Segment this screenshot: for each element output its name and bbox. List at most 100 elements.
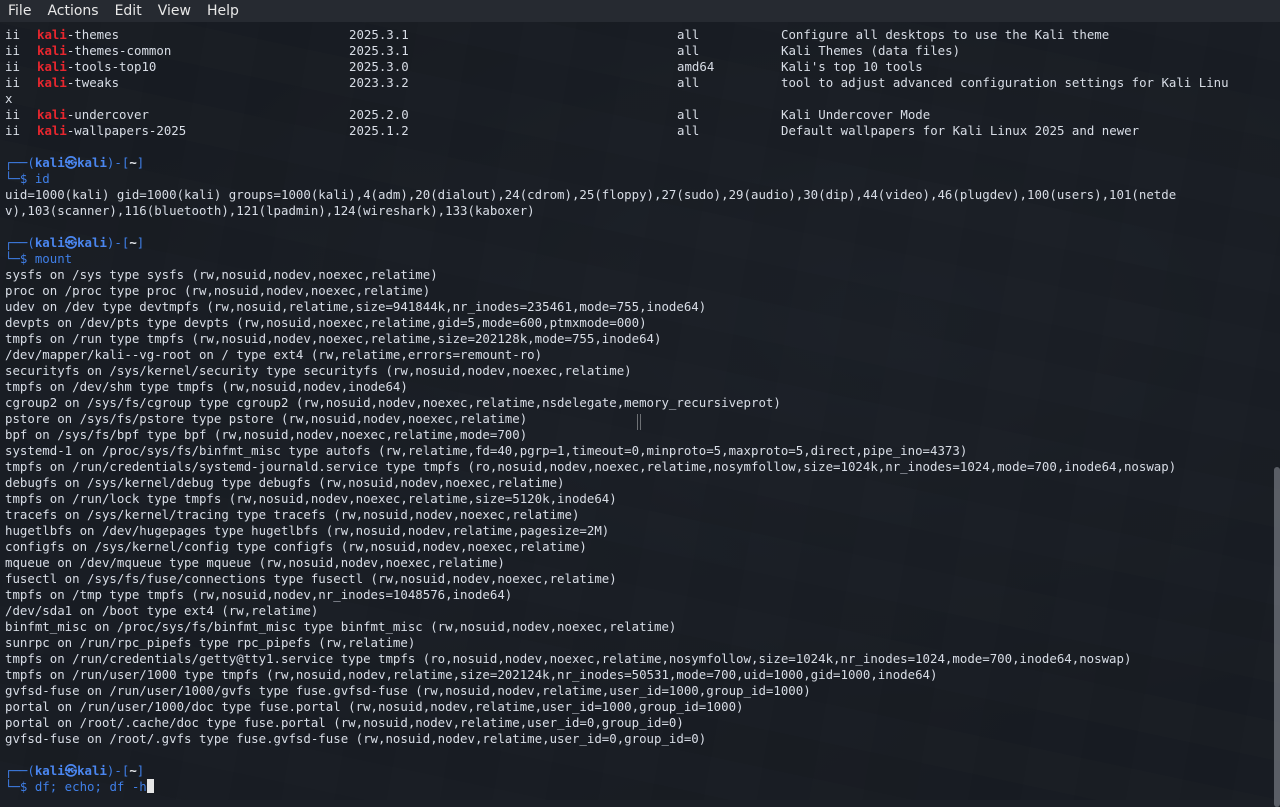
prompt-host: kali: [77, 155, 107, 170]
package-name-prefix: kali: [37, 27, 67, 42]
package-description: Default wallpapers for Kali Linux 2025 a…: [781, 123, 1140, 138]
output-line: tmpfs on /run/lock type tmpfs (rw,nosuid…: [5, 491, 1267, 507]
prompt-dollar: └─$: [5, 251, 35, 266]
output-text: pstore on /sys/fs/pstore type pstore (rw…: [5, 411, 528, 426]
package-description: tool to adjust advanced configuration se…: [781, 75, 1229, 90]
menu-actions[interactable]: Actions: [39, 0, 106, 22]
prompt-at: ㉿: [64, 235, 78, 250]
package-status: ii: [5, 59, 20, 74]
package-status: ii: [5, 43, 20, 58]
output-text: tmpfs on /run type tmpfs (rw,nosuid,node…: [5, 331, 662, 346]
output-line: devpts on /dev/pts type devpts (rw,nosui…: [5, 315, 1267, 331]
output-line: portal on /root/.cache/doc type fuse.por…: [5, 715, 1267, 731]
terminal-scrollbar[interactable]: [1274, 467, 1280, 807]
package-version: 2025.1.2: [349, 123, 409, 138]
output-line: /dev/sda1 on /boot type ext4 (rw,relatim…: [5, 603, 1267, 619]
menu-edit[interactable]: Edit: [107, 0, 150, 22]
output-line: gvfsd-fuse on /run/user/1000/gvfs type f…: [5, 683, 1267, 699]
output-line: tmpfs on /dev/shm type tmpfs (rw,nosuid,…: [5, 379, 1267, 395]
package-description: Kali's top 10 tools: [781, 59, 923, 74]
output-line: tmpfs on /run/credentials/systemd-journa…: [5, 459, 1267, 475]
output-text: tmpfs on /run/lock type tmpfs (rw,nosuid…: [5, 491, 617, 506]
output-line: portal on /run/user/1000/doc type fuse.p…: [5, 699, 1267, 715]
prompt-user: kali: [34, 155, 65, 170]
package-name: kali-tweaks: [37, 75, 119, 91]
package-version: 2025.2.0: [349, 107, 409, 122]
output-line: udev on /dev type devtmpfs (rw,nosuid,re…: [5, 299, 1267, 315]
prompt-bracket: ]: [136, 763, 145, 778]
output-text: udev on /dev type devtmpfs (rw,nosuid,re…: [5, 299, 707, 314]
menu-file[interactable]: File: [0, 0, 39, 22]
package-status: ii: [5, 123, 20, 138]
prompt-dollar: └─$: [5, 171, 35, 186]
cursor-block: [146, 779, 154, 793]
package-row: ii kali-themes-common 2025.3.1 all Kali Them…: [5, 43, 1267, 59]
output-text: tmpfs on /run/credentials/getty@tty1.ser…: [5, 651, 1132, 666]
output-text: gvfsd-fuse on /run/user/1000/gvfs type f…: [5, 683, 811, 698]
output-text: systemd-1 on /proc/sys/fs/binfmt_misc ty…: [5, 443, 968, 458]
package-status: ii: [5, 27, 20, 42]
output-text: portal on /root/.cache/doc type fuse.por…: [5, 715, 684, 730]
terminal-window[interactable]: ii kali-themes 2025.3.1 all Configure all de…: [0, 22, 1280, 807]
output-text: fusectl on /sys/fs/fuse/connections type…: [5, 571, 617, 586]
output-line: sunrpc on /run/rpc_pipefs type rpc_pipef…: [5, 635, 1267, 651]
menu-help[interactable]: Help: [199, 0, 247, 22]
package-name: kali-wallpapers-2025: [37, 123, 186, 139]
package-row: ii kali-undercover 2025.2.0 all Kali Underco…: [5, 107, 1267, 123]
package-arch: all: [677, 27, 700, 42]
prompt-path: ~: [129, 155, 137, 170]
package-name: kali-themes-common: [37, 43, 171, 59]
output-line: /dev/mapper/kali--vg-root on / type ext4…: [5, 347, 1267, 363]
output-text: tmpfs on /run/credentials/systemd-journa…: [5, 459, 1177, 474]
prompt-host: kali: [77, 235, 107, 250]
prompt-bracket: ┌──(: [5, 155, 35, 170]
output-line: configfs on /sys/kernel/config type conf…: [5, 539, 1267, 555]
output-text: tracefs on /sys/kernel/tracing type trac…: [5, 507, 580, 522]
package-status: ii: [5, 107, 20, 122]
prompt-host: kali: [77, 763, 107, 778]
package-version: 2025.3.1: [349, 43, 409, 58]
output-text: devpts on /dev/pts type devpts (rw,nosui…: [5, 315, 647, 330]
text-cursor-icon: [637, 414, 641, 430]
prompt-at: ㉿: [64, 763, 78, 778]
prompt-path: ~: [129, 235, 137, 250]
output-text: portal on /run/user/1000/doc type fuse.p…: [5, 699, 744, 714]
package-row: ii kali-wallpapers-2025 2025.1.2 all Default…: [5, 123, 1267, 139]
output-line: tmpfs on /run type tmpfs (rw,nosuid,node…: [5, 331, 1267, 347]
package-name-rest: -tools-top10: [66, 59, 157, 74]
output-text: v),103(scanner),116(bluetooth),121(lpadm…: [5, 203, 535, 218]
prompt-line-2: └─$ id: [5, 171, 1267, 187]
command-input: df; echo; df -h: [34, 779, 147, 794]
package-arch: all: [677, 123, 700, 138]
output-text: /dev/mapper/kali--vg-root on / type ext4…: [5, 347, 543, 362]
output-text: mqueue on /dev/mqueue type mqueue (rw,no…: [5, 555, 505, 570]
package-row: ii kali-tools-top10 2025.3.0 amd64 Kali's to…: [5, 59, 1267, 75]
output-text: binfmt_misc on /proc/sys/fs/binfmt_misc …: [5, 619, 677, 634]
package-name-rest: -tweaks: [66, 75, 120, 90]
package-name-rest: -themes-common: [66, 43, 172, 58]
package-description: Configure all desktops to use the Kali t…: [781, 27, 1110, 42]
package-name-prefix: kali: [37, 123, 67, 138]
output-text: uid=1000(kali) gid=1000(kali) groups=100…: [5, 187, 1177, 202]
package-arch: amd64: [677, 59, 715, 74]
output-text: sysfs on /sys type sysfs (rw,nosuid,node…: [5, 267, 438, 282]
command-text: mount: [34, 251, 73, 266]
output-text: bpf on /sys/fs/bpf type bpf (rw,nosuid,n…: [5, 427, 528, 442]
prompt-line-1: ┌──(kali㉿kali)-[~]: [5, 155, 1267, 171]
package-version: 2025.3.0: [349, 59, 409, 74]
output-text: proc on /proc type proc (rw,nosuid,nodev…: [5, 283, 431, 298]
package-name: kali-tools-top10: [37, 59, 156, 75]
output-line: sysfs on /sys type sysfs (rw,nosuid,node…: [5, 267, 1267, 283]
prompt-bracket: ]: [136, 155, 145, 170]
package-name-prefix: kali: [37, 59, 67, 74]
package-name-rest: -undercover: [66, 107, 149, 122]
package-description: Kali Undercover Mode: [781, 107, 931, 122]
package-arch: all: [677, 107, 700, 122]
package-row: ii kali-themes 2025.3.1 all Configure all de…: [5, 27, 1267, 43]
output-line: bpf on /sys/fs/bpf type bpf (rw,nosuid,n…: [5, 427, 1267, 443]
prompt-bracket: )-[: [106, 155, 130, 170]
menu-view[interactable]: View: [150, 0, 199, 22]
output-line: binfmt_misc on /proc/sys/fs/binfmt_misc …: [5, 619, 1267, 635]
